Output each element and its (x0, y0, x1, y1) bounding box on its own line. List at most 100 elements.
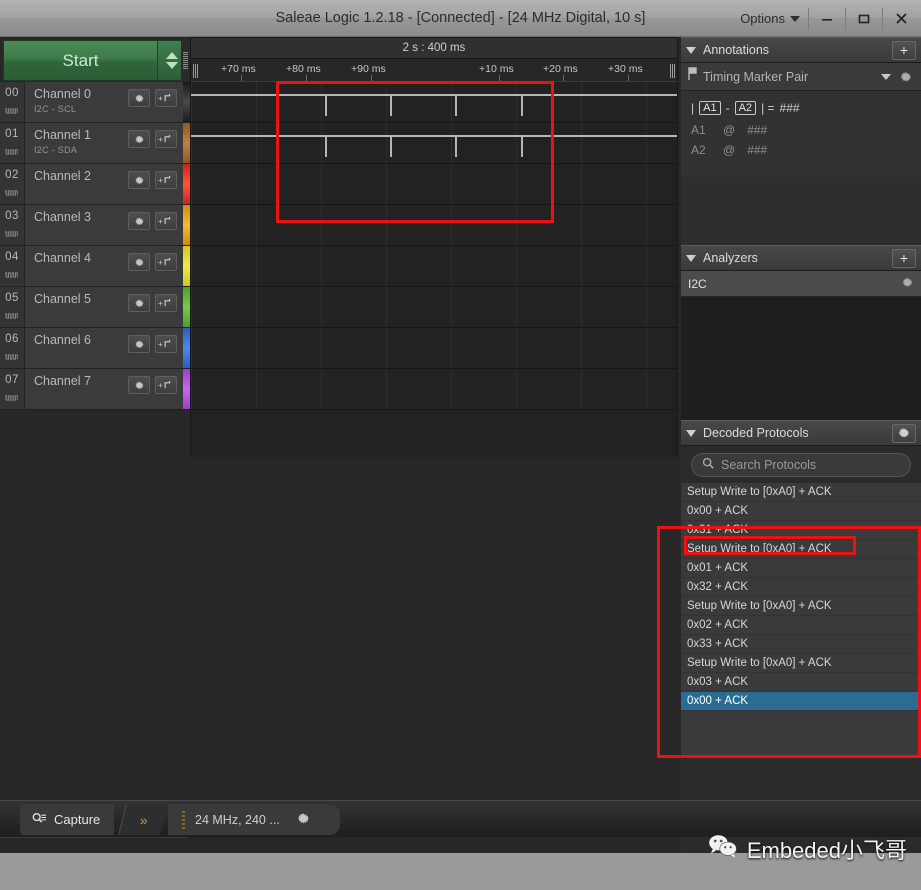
waveform-row[interactable] (191, 369, 677, 410)
marker-a2-badge[interactable]: A2 (734, 101, 757, 115)
maximize-icon[interactable] (846, 0, 882, 37)
gear-icon[interactable] (128, 89, 150, 107)
sample-rate-tab[interactable]: 24 MHz, 240 ... (168, 804, 340, 835)
channel-row[interactable]: 02 Channel 2 + (0, 164, 190, 205)
add-trigger-icon[interactable]: + (155, 130, 177, 148)
add-annotation-button[interactable]: + (892, 40, 916, 60)
protocol-list-item[interactable]: 0x01 + ACK (681, 559, 921, 578)
close-icon[interactable] (883, 0, 919, 37)
protocol-list-item[interactable]: 0x00 + ACK (681, 692, 921, 711)
analyzer-item[interactable]: I2C (681, 271, 921, 297)
grid-line (256, 164, 257, 204)
channel-row[interactable]: 04 Channel 4 + (0, 246, 190, 287)
waveform-pulse (455, 135, 457, 157)
caret-down-icon[interactable] (686, 429, 696, 437)
grid-line (451, 164, 452, 204)
add-trigger-icon[interactable]: + (155, 376, 177, 394)
chevron-down-icon[interactable] (881, 73, 891, 80)
gear-icon[interactable] (128, 212, 150, 230)
waveform-row[interactable] (191, 328, 677, 369)
analyzers-header[interactable]: Analyzers + (681, 245, 921, 271)
decoded-protocols-list[interactable]: Setup Write to [0xA0] + ACK 0x00 + ACK 0x3… (681, 483, 921, 711)
channel-row[interactable]: 00 Channel 0 I2C - SCL + (0, 82, 190, 123)
grid-line (386, 82, 387, 122)
protocol-list-item[interactable]: 0x03 + ACK (681, 673, 921, 692)
gear-icon[interactable] (128, 294, 150, 312)
decoded-protocols-settings-button[interactable] (892, 423, 916, 443)
add-trigger-icon[interactable]: + (155, 89, 177, 107)
channel-body: Channel 4 + (25, 246, 183, 286)
add-trigger-icon[interactable]: + (155, 294, 177, 312)
svg-text:+: + (158, 381, 163, 390)
add-trigger-icon[interactable]: + (155, 212, 177, 230)
expand-chevron-button[interactable]: » (118, 804, 168, 835)
annotations-header[interactable]: Annotations + (681, 37, 921, 63)
gear-icon[interactable] (901, 276, 914, 292)
protocol-list-item[interactable]: 0x02 + ACK (681, 616, 921, 635)
protocol-list-item[interactable]: Setup Write to [0xA0] + ACK (681, 540, 921, 559)
grid-line (451, 328, 452, 368)
gear-icon[interactable] (128, 376, 150, 394)
add-analyzer-button[interactable]: + (892, 248, 916, 268)
timing-marker-bar[interactable]: Timing Marker Pair (681, 63, 921, 91)
timeline-left-grip[interactable] (193, 64, 198, 78)
caret-down-icon[interactable] (686, 46, 696, 54)
decoded-protocols-header[interactable]: Decoded Protocols (681, 420, 921, 446)
waveform-row[interactable] (191, 164, 677, 205)
grid-line (646, 123, 647, 163)
channel-row[interactable]: 01 Channel 1 I2C - SDA + (0, 123, 190, 164)
timeline-tick-label: +70 ms (221, 63, 256, 75)
triangle-up-icon[interactable] (166, 52, 178, 59)
waveform-row[interactable] (191, 82, 677, 123)
marker-settings-icon[interactable] (897, 67, 915, 86)
grid-line (386, 287, 387, 327)
waveform-row[interactable] (191, 246, 677, 287)
waveform-row[interactable] (191, 287, 677, 328)
add-trigger-icon[interactable]: + (155, 171, 177, 189)
caret-down-icon[interactable] (686, 254, 696, 262)
gear-icon[interactable] (128, 171, 150, 189)
channel-vertical-scrollbar[interactable] (181, 40, 190, 81)
start-button[interactable]: Start (4, 41, 158, 80)
protocol-list-item[interactable]: Setup Write to [0xA0] + ACK (681, 597, 921, 616)
add-trigger-icon[interactable]: + (155, 253, 177, 271)
main-area: Start 00 Channel 0 I2C - SCL +01 Channel 1 I2… (0, 37, 921, 853)
gear-icon[interactable] (128, 253, 150, 271)
timeline-tick-mark (241, 75, 242, 81)
grid-line (516, 205, 517, 245)
drag-dots-icon[interactable] (182, 810, 185, 829)
minimize-icon[interactable] (809, 0, 845, 37)
svg-text:+: + (158, 176, 163, 185)
search-input[interactable]: Search Protocols (691, 453, 911, 477)
timeline-right-grip[interactable] (670, 64, 675, 78)
protocol-list-item[interactable]: 0x31 + ACK (681, 521, 921, 540)
waveform-pulse (390, 94, 392, 116)
waveform-canvas[interactable] (190, 82, 678, 457)
timeline-ticks[interactable]: +70 ms +80 ms +90 ms +10 ms +20 ms +30 ms (190, 60, 678, 82)
protocol-list-item[interactable]: Setup Write to [0xA0] + ACK (681, 483, 921, 502)
add-trigger-icon[interactable]: + (155, 335, 177, 353)
protocol-list-item[interactable]: 0x33 + ACK (681, 635, 921, 654)
channel-number-cell: 03 (0, 205, 25, 245)
channel-color-strip (183, 164, 190, 204)
sample-rate-settings-icon[interactable] (296, 811, 311, 829)
marker-a1-badge[interactable]: A1 (699, 101, 721, 115)
channel-row[interactable]: 03 Channel 3 + (0, 205, 190, 246)
square-wave-icon (4, 142, 19, 160)
triangle-down-icon[interactable] (166, 62, 178, 69)
channel-name: Channel 2 (34, 169, 91, 183)
protocol-list-item[interactable]: Setup Write to [0xA0] + ACK (681, 654, 921, 673)
channel-row[interactable]: 05 Channel 5 + (0, 287, 190, 328)
search-icon (702, 456, 714, 474)
gear-icon[interactable] (128, 335, 150, 353)
protocol-list-item[interactable]: 0x32 + ACK (681, 578, 921, 597)
channel-row[interactable]: 06 Channel 6 + (0, 328, 190, 369)
waveform-row[interactable] (191, 205, 677, 246)
capture-tab[interactable]: Capture (20, 804, 115, 835)
protocol-list-item[interactable]: 0x00 + ACK (681, 502, 921, 521)
options-menu-button[interactable]: Options (732, 0, 808, 37)
gear-icon[interactable] (128, 130, 150, 148)
channel-row[interactable]: 07 Channel 7 + (0, 369, 190, 410)
square-wave-icon (4, 306, 19, 324)
waveform-row[interactable] (191, 123, 677, 164)
